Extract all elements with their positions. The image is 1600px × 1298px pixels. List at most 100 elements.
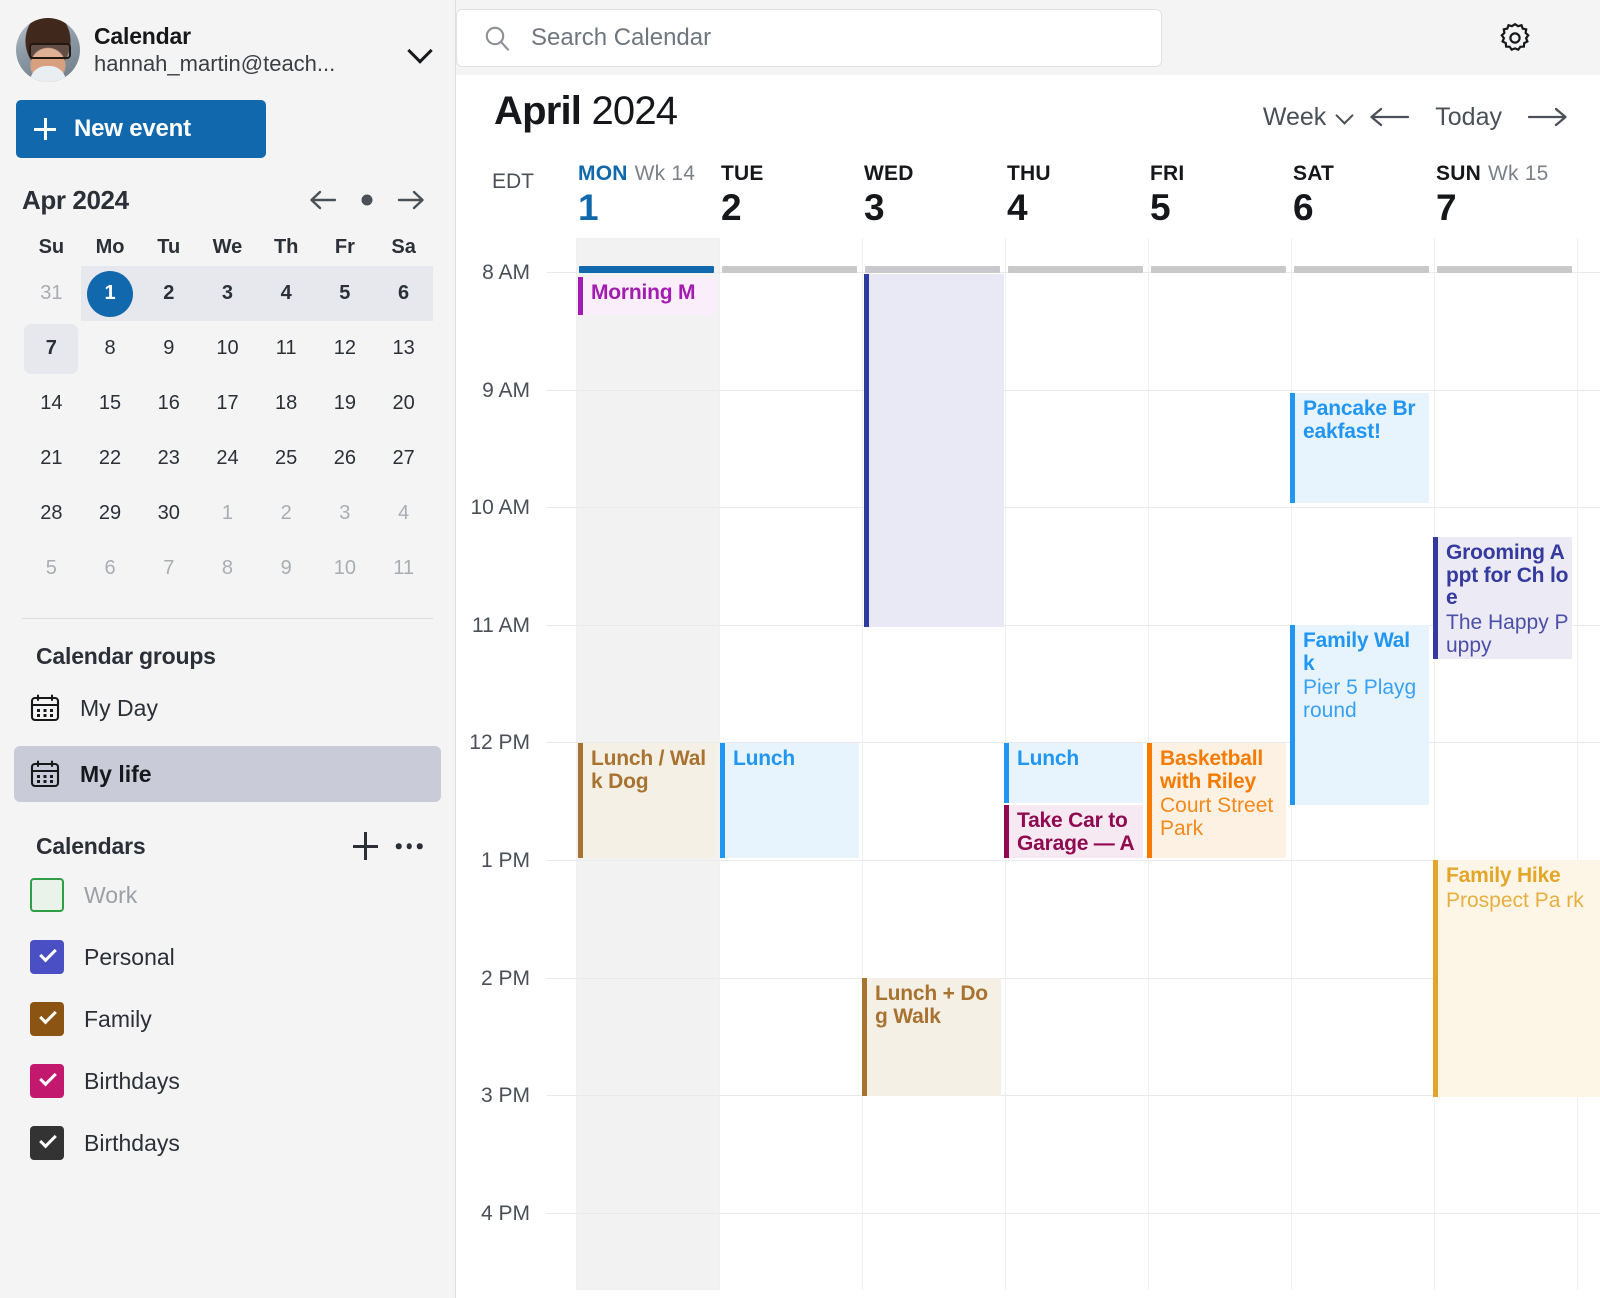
- mini-day-cell[interactable]: 21: [22, 431, 81, 486]
- all-day-bar[interactable]: [1151, 266, 1286, 273]
- mini-day-cell[interactable]: 10: [316, 541, 375, 596]
- mini-day-cell[interactable]: 8: [198, 541, 257, 596]
- day-header-thu[interactable]: THU 4: [1007, 162, 1051, 229]
- calendar-event[interactable]: Family Hike Prospect Pa rk: [1433, 860, 1600, 1097]
- mini-day-cell[interactable]: 15: [81, 376, 140, 431]
- event-location: Prospect Pa rk: [1446, 888, 1584, 912]
- calendar-event[interactable]: Grooming Appt for Ch loe The Happy Puppy: [1433, 537, 1572, 659]
- mini-day-cell[interactable]: 2: [257, 486, 316, 541]
- all-day-bar[interactable]: [722, 266, 857, 273]
- mini-day-cell[interactable]: 27: [374, 431, 433, 486]
- mini-prev-month-button[interactable]: [301, 184, 345, 216]
- mini-day-cell[interactable]: 28: [22, 486, 81, 541]
- mini-day-cell[interactable]: 8: [81, 321, 140, 376]
- calendar-checkbox[interactable]: [30, 1002, 64, 1036]
- page-title: April 2024: [494, 89, 678, 134]
- mini-day-cell[interactable]: 3: [316, 486, 375, 541]
- previous-week-button[interactable]: [1359, 95, 1421, 139]
- all-day-bar[interactable]: [579, 266, 714, 273]
- mini-day-cell[interactable]: 1: [80, 266, 140, 321]
- day-header-wed[interactable]: WED 3: [864, 162, 914, 229]
- hour-label: 3 PM: [480, 1084, 530, 1108]
- mini-day-cell[interactable]: 24: [198, 431, 257, 486]
- mini-day-cell[interactable]: 5: [22, 541, 81, 596]
- calendar-item-birthdays-3[interactable]: Birthdays: [14, 1050, 441, 1112]
- calendar-checkbox[interactable]: [30, 940, 64, 974]
- calendar-event[interactable]: Lunch: [720, 743, 859, 858]
- mini-day-cell[interactable]: 20: [374, 376, 433, 431]
- gear-icon[interactable]: [1496, 19, 1534, 57]
- day-header-tue[interactable]: TUE 2: [721, 162, 764, 229]
- new-event-button[interactable]: New event: [16, 100, 266, 158]
- view-selector[interactable]: Week: [1257, 103, 1359, 132]
- chevron-down-icon[interactable]: [407, 37, 433, 63]
- mini-day-cell[interactable]: 11: [257, 321, 316, 376]
- mini-day-cell[interactable]: 11: [374, 541, 433, 596]
- calendar-checkbox[interactable]: [30, 1126, 64, 1160]
- calendar-item-birthdays-4[interactable]: Birthdays: [14, 1112, 441, 1174]
- mini-day-cell[interactable]: 10: [198, 321, 257, 376]
- mini-day-cell[interactable]: 17: [198, 376, 257, 431]
- calendar-group-item-my-life[interactable]: My life: [14, 746, 441, 802]
- mini-weekday-su: Su: [38, 235, 65, 258]
- day-header-sat[interactable]: SAT 6: [1293, 162, 1334, 229]
- calendar-checkbox[interactable]: [30, 878, 64, 912]
- calendars-heading: Calendars: [36, 832, 146, 859]
- calendar-event[interactable]: Morning M: [578, 277, 717, 315]
- mini-day-cell[interactable]: 9: [257, 541, 316, 596]
- calendar-event[interactable]: Pancake Br eakfast!: [1290, 393, 1429, 503]
- add-calendar-button[interactable]: [343, 828, 387, 864]
- mini-day-cell[interactable]: 29: [81, 486, 140, 541]
- account-switcher[interactable]: Calendar hannah_martin@teach...: [0, 0, 455, 86]
- all-day-bar[interactable]: [865, 266, 1000, 273]
- mini-day-cell[interactable]: 19: [316, 376, 375, 431]
- mini-today-dot-button[interactable]: [345, 184, 389, 216]
- calendar-item-work-0[interactable]: Work: [14, 864, 441, 926]
- mini-day-cell[interactable]: 18: [257, 376, 316, 431]
- mini-day-cell[interactable]: 7: [139, 541, 198, 596]
- mini-day-cell[interactable]: 7: [22, 321, 81, 376]
- mini-day-cell[interactable]: 31: [22, 266, 81, 321]
- calendar-event[interactable]: Basketball with Riley Court Street Park: [1147, 743, 1286, 858]
- day-header-sun[interactable]: SUN Wk 15 7: [1436, 162, 1548, 229]
- mini-day-cell[interactable]: 14: [22, 376, 81, 431]
- mini-day-cell[interactable]: 4: [256, 266, 316, 321]
- mini-day-cell[interactable]: 2: [139, 266, 199, 321]
- calendar-item-family-2[interactable]: Family: [14, 988, 441, 1050]
- mini-day-cell[interactable]: 9: [139, 321, 198, 376]
- all-day-bar[interactable]: [1294, 266, 1429, 273]
- calendar-event[interactable]: Lunch: [1004, 743, 1143, 803]
- mini-day-cell[interactable]: 3: [198, 266, 257, 321]
- mini-day-cell[interactable]: 26: [316, 431, 375, 486]
- mini-day-cell[interactable]: 16: [139, 376, 198, 431]
- mini-day-cell[interactable]: 1: [198, 486, 257, 541]
- mini-day-cell[interactable]: 5: [315, 266, 375, 321]
- mini-day-cell[interactable]: 6: [374, 266, 433, 321]
- day-header-mon[interactable]: MON Wk 14 1: [578, 162, 695, 229]
- mini-day-cell[interactable]: 6: [81, 541, 140, 596]
- mini-day-cell[interactable]: 12: [316, 321, 375, 376]
- all-day-bar[interactable]: [1008, 266, 1143, 273]
- calendar-group-item-my-day[interactable]: My Day: [14, 680, 441, 736]
- mini-next-month-button[interactable]: [389, 184, 433, 216]
- mini-day-cell[interactable]: 22: [81, 431, 140, 486]
- time-selection-block[interactable]: [864, 274, 1004, 627]
- week-grid[interactable]: 8 AM 9 AM 10 AM 11 AM 12 PM 1 PM 2 PM 3 PM 4 PM …: [456, 238, 1600, 1298]
- calendar-event[interactable]: Lunch / Wal k Dog: [578, 743, 717, 858]
- calendar-event[interactable]: Family Wal k Pier 5 Playg round: [1290, 625, 1429, 805]
- search-input[interactable]: Search Calendar: [456, 8, 1162, 67]
- mini-day-cell[interactable]: 4: [374, 486, 433, 541]
- mini-day-cell[interactable]: 30: [139, 486, 198, 541]
- calendar-event[interactable]: Take Car to Garage — A: [1004, 805, 1143, 858]
- all-day-bar[interactable]: [1437, 266, 1572, 273]
- mini-day-cell[interactable]: 13: [374, 321, 433, 376]
- mini-day-cell[interactable]: 23: [139, 431, 198, 486]
- today-button[interactable]: Today: [1421, 103, 1516, 132]
- calendar-event[interactable]: Lunch + Do g Walk: [862, 978, 1001, 1096]
- calendar-item-personal-1[interactable]: Personal: [14, 926, 441, 988]
- calendars-more-button[interactable]: [387, 828, 431, 864]
- calendar-checkbox[interactable]: [30, 1064, 64, 1098]
- next-week-button[interactable]: [1516, 95, 1578, 139]
- mini-day-cell[interactable]: 25: [257, 431, 316, 486]
- day-header-fri[interactable]: FRI 5: [1150, 162, 1184, 229]
